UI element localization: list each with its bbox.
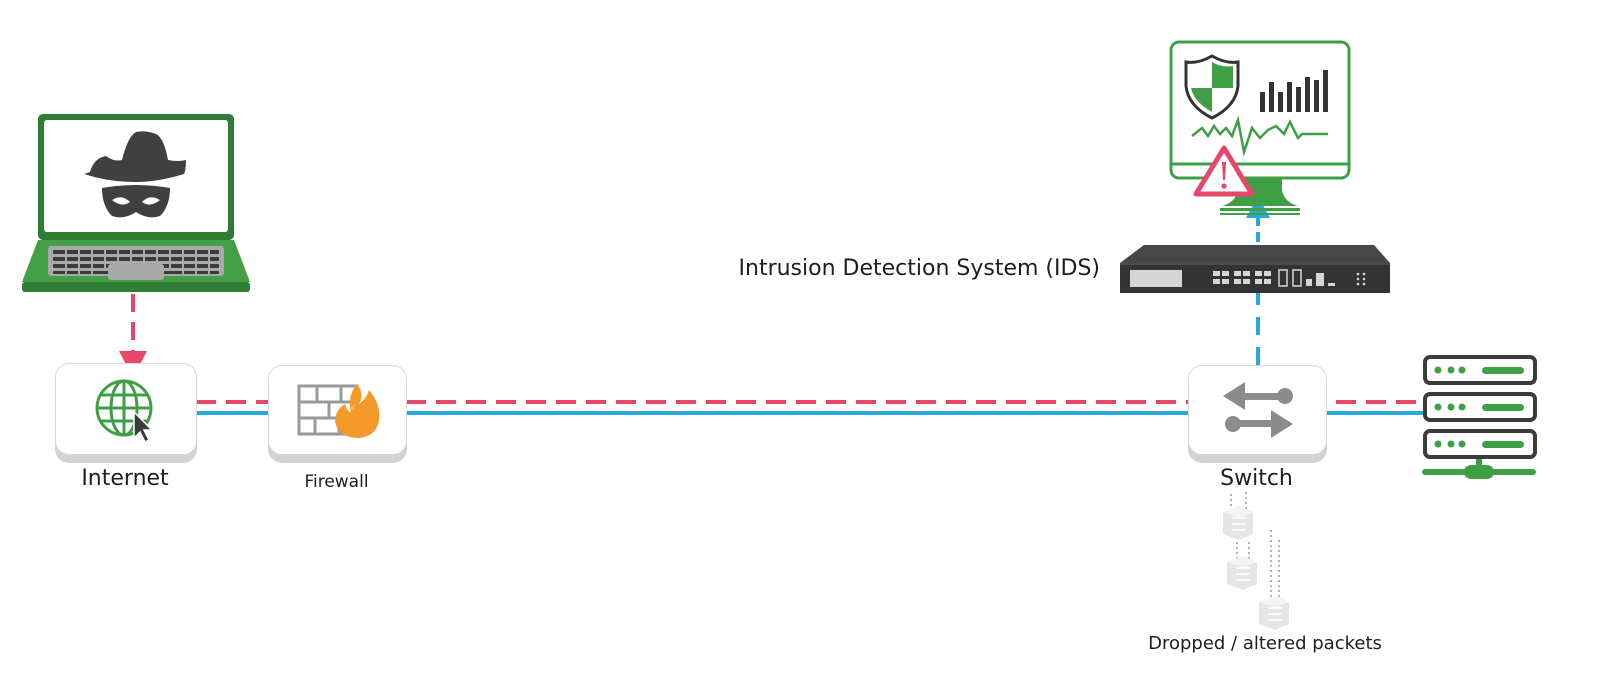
network-appliance-icon [1120, 245, 1390, 293]
firewall-flame-icon [297, 384, 380, 438]
switch-arrows-icon [1223, 382, 1293, 438]
hacker-laptop-icon [22, 114, 250, 292]
internet-node[interactable] [55, 363, 197, 455]
connection-lines [119, 196, 1430, 415]
switch-label: Switch [1220, 466, 1293, 491]
packet-cube-icon [1223, 506, 1253, 540]
packet-cube-icon [1259, 596, 1289, 630]
server-stack-icon [1422, 355, 1537, 479]
security-monitor-icon [1169, 40, 1351, 215]
ids-label: Intrusion Detection System (IDS) [738, 256, 1100, 281]
switch-node[interactable] [1188, 365, 1327, 455]
firewall-label: Firewall [304, 472, 369, 492]
globe-cursor-icon [95, 379, 154, 444]
dropped-packets-group [1223, 492, 1289, 630]
internet-label: Internet [81, 466, 169, 491]
dropped-packets-label: Dropped / altered packets [1148, 633, 1382, 654]
firewall-node[interactable] [268, 365, 407, 455]
packet-cube-icon [1227, 556, 1257, 590]
